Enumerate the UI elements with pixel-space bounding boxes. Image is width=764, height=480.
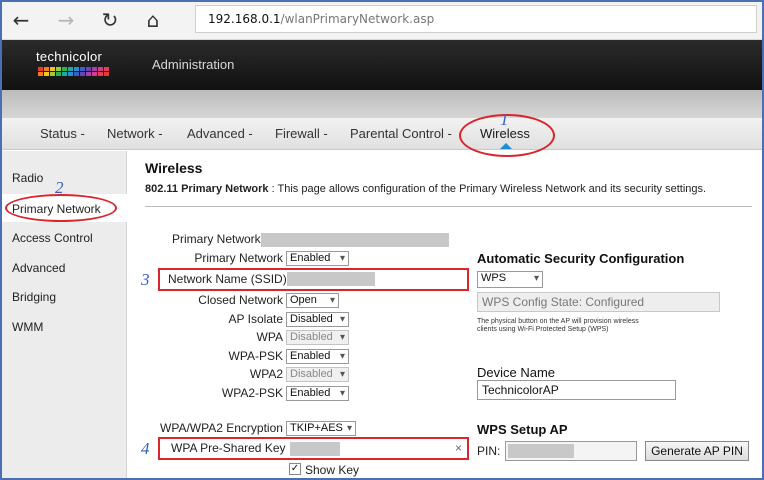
sidebar-item-radio[interactable]: Radio — [12, 171, 43, 185]
technicolor-logo: technicolor — [36, 49, 109, 76]
show-key-checkbox[interactable]: ✓ — [289, 463, 301, 475]
wpa2-psk-select[interactable]: Enabled ▾ — [286, 386, 349, 401]
chevron-down-icon: ▾ — [339, 253, 345, 264]
device-name-title: Device Name — [477, 365, 556, 380]
tab-firewall[interactable]: Firewall - — [275, 126, 328, 141]
chevron-down-icon: ▾ — [533, 273, 539, 284]
url-path: /wlanPrimaryNetwork.asp — [280, 12, 435, 26]
annotation-box-ssid — [158, 268, 469, 291]
forward-icon[interactable]: → — [53, 7, 79, 33]
home-icon[interactable]: ⌂ — [140, 7, 166, 33]
annotation-number-1: 1 — [500, 110, 509, 129]
description-text: : This page allows configuration of the … — [268, 183, 707, 195]
device-name-input[interactable]: TechnicolorAP — [477, 380, 676, 400]
divider — [145, 206, 752, 207]
chevron-down-icon: ▾ — [339, 388, 345, 399]
wpa-psk-label: WPA-PSK — [228, 349, 283, 363]
tab-parental-control[interactable]: Parental Control - — [350, 126, 452, 141]
wps-value: WPS — [481, 272, 507, 284]
ap-isolate-label: AP Isolate — [228, 312, 283, 326]
encryption-value: TKIP+AES — [290, 422, 343, 434]
wps-note: The physical button on the AP will provi… — [477, 318, 639, 333]
chevron-down-icon: ▾ — [339, 332, 345, 343]
primary-network-select-label: Primary Network — [194, 251, 283, 265]
annotation-number-2: 2 — [55, 178, 64, 197]
wpa2-psk-value: Enabled — [290, 387, 331, 399]
wpa2-value: Disabled — [290, 368, 333, 380]
sidebar-item-advanced[interactable]: Advanced — [12, 261, 65, 275]
pin-input[interactable] — [505, 441, 637, 461]
admin-title: Administration — [152, 57, 235, 72]
chevron-down-icon: ▾ — [346, 423, 352, 434]
wps-select[interactable]: WPS ▾ — [477, 271, 543, 288]
chevron-down-icon: ▾ — [339, 369, 345, 380]
wpa2-label: WPA2 — [249, 367, 283, 381]
tab-network[interactable]: Network - — [107, 126, 163, 141]
page-title: Wireless — [145, 160, 203, 176]
chevron-down-icon: ▾ — [329, 295, 335, 306]
sidebar-item-bridging[interactable]: Bridging — [12, 290, 56, 304]
back-icon[interactable]: ← — [8, 7, 34, 33]
wpa-psk-select[interactable]: Enabled ▾ — [286, 349, 349, 364]
wpa2-psk-label: WPA2-PSK — [221, 386, 283, 400]
annotation-number-3: 3 — [141, 270, 150, 289]
wps-setup-ap-title: WPS Setup AP — [477, 422, 568, 437]
primary-network-select[interactable]: Enabled ▾ — [286, 251, 349, 266]
annotation-ellipse-primary-network — [5, 194, 117, 222]
primary-network-masked-value — [261, 233, 449, 247]
pin-masked-value — [508, 444, 574, 458]
sidebar-item-access-control[interactable]: Access Control — [12, 231, 93, 245]
primary-network-value: Enabled — [290, 252, 331, 264]
ap-isolate-select[interactable]: Disabled ▾ — [286, 312, 349, 327]
encryption-select[interactable]: TKIP+AES ▾ — [286, 421, 356, 436]
logo-dots — [38, 67, 109, 76]
generate-ap-pin-button[interactable]: Generate AP PIN — [645, 441, 749, 461]
auto-security-title: Automatic Security Configuration — [477, 251, 685, 266]
pin-label: PIN: — [477, 444, 501, 458]
logo-text: technicolor — [36, 49, 103, 64]
wps-config-state: WPS Config State: Configured — [477, 292, 720, 312]
tab-advanced[interactable]: Advanced - — [187, 126, 253, 141]
closed-network-select[interactable]: Open ▾ — [286, 293, 339, 308]
url-text: 192.168.0.1/wlanPrimaryNetwork.asp — [208, 12, 434, 26]
annotation-number-4: 4 — [141, 439, 150, 458]
annotation-box-psk — [158, 437, 469, 460]
encryption-label: WPA/WPA2 Encryption — [160, 421, 283, 435]
header-band — [0, 90, 764, 118]
address-bar[interactable]: 192.168.0.1/wlanPrimaryNetwork.asp — [195, 5, 757, 33]
tab-status[interactable]: Status - — [40, 126, 85, 141]
closed-network-label: Closed Network — [198, 293, 283, 307]
wpa-label: WPA — [256, 330, 283, 344]
refresh-icon[interactable]: ↻ — [97, 7, 123, 33]
primary-network-info-label: Primary Network — [172, 232, 261, 246]
closed-network-value: Open — [290, 294, 317, 306]
chevron-down-icon: ▾ — [339, 314, 345, 325]
wpa2-select[interactable]: Disabled ▾ — [286, 367, 349, 382]
ap-isolate-value: Disabled — [290, 313, 333, 325]
description-heading: 802.11 Primary Network — [145, 183, 269, 195]
page-description: 802.11 Primary Network : This page allow… — [145, 183, 706, 195]
show-key-label: Show Key — [305, 463, 360, 477]
url-host: 192.168.0.1 — [208, 12, 281, 26]
wpa-psk-value: Enabled — [290, 350, 331, 362]
brand-bar — [0, 40, 764, 90]
sidebar-item-wmm[interactable]: WMM — [12, 320, 43, 334]
wpa-select[interactable]: Disabled ▾ — [286, 330, 349, 345]
chevron-down-icon: ▾ — [339, 351, 345, 362]
wpa-value: Disabled — [290, 331, 333, 343]
